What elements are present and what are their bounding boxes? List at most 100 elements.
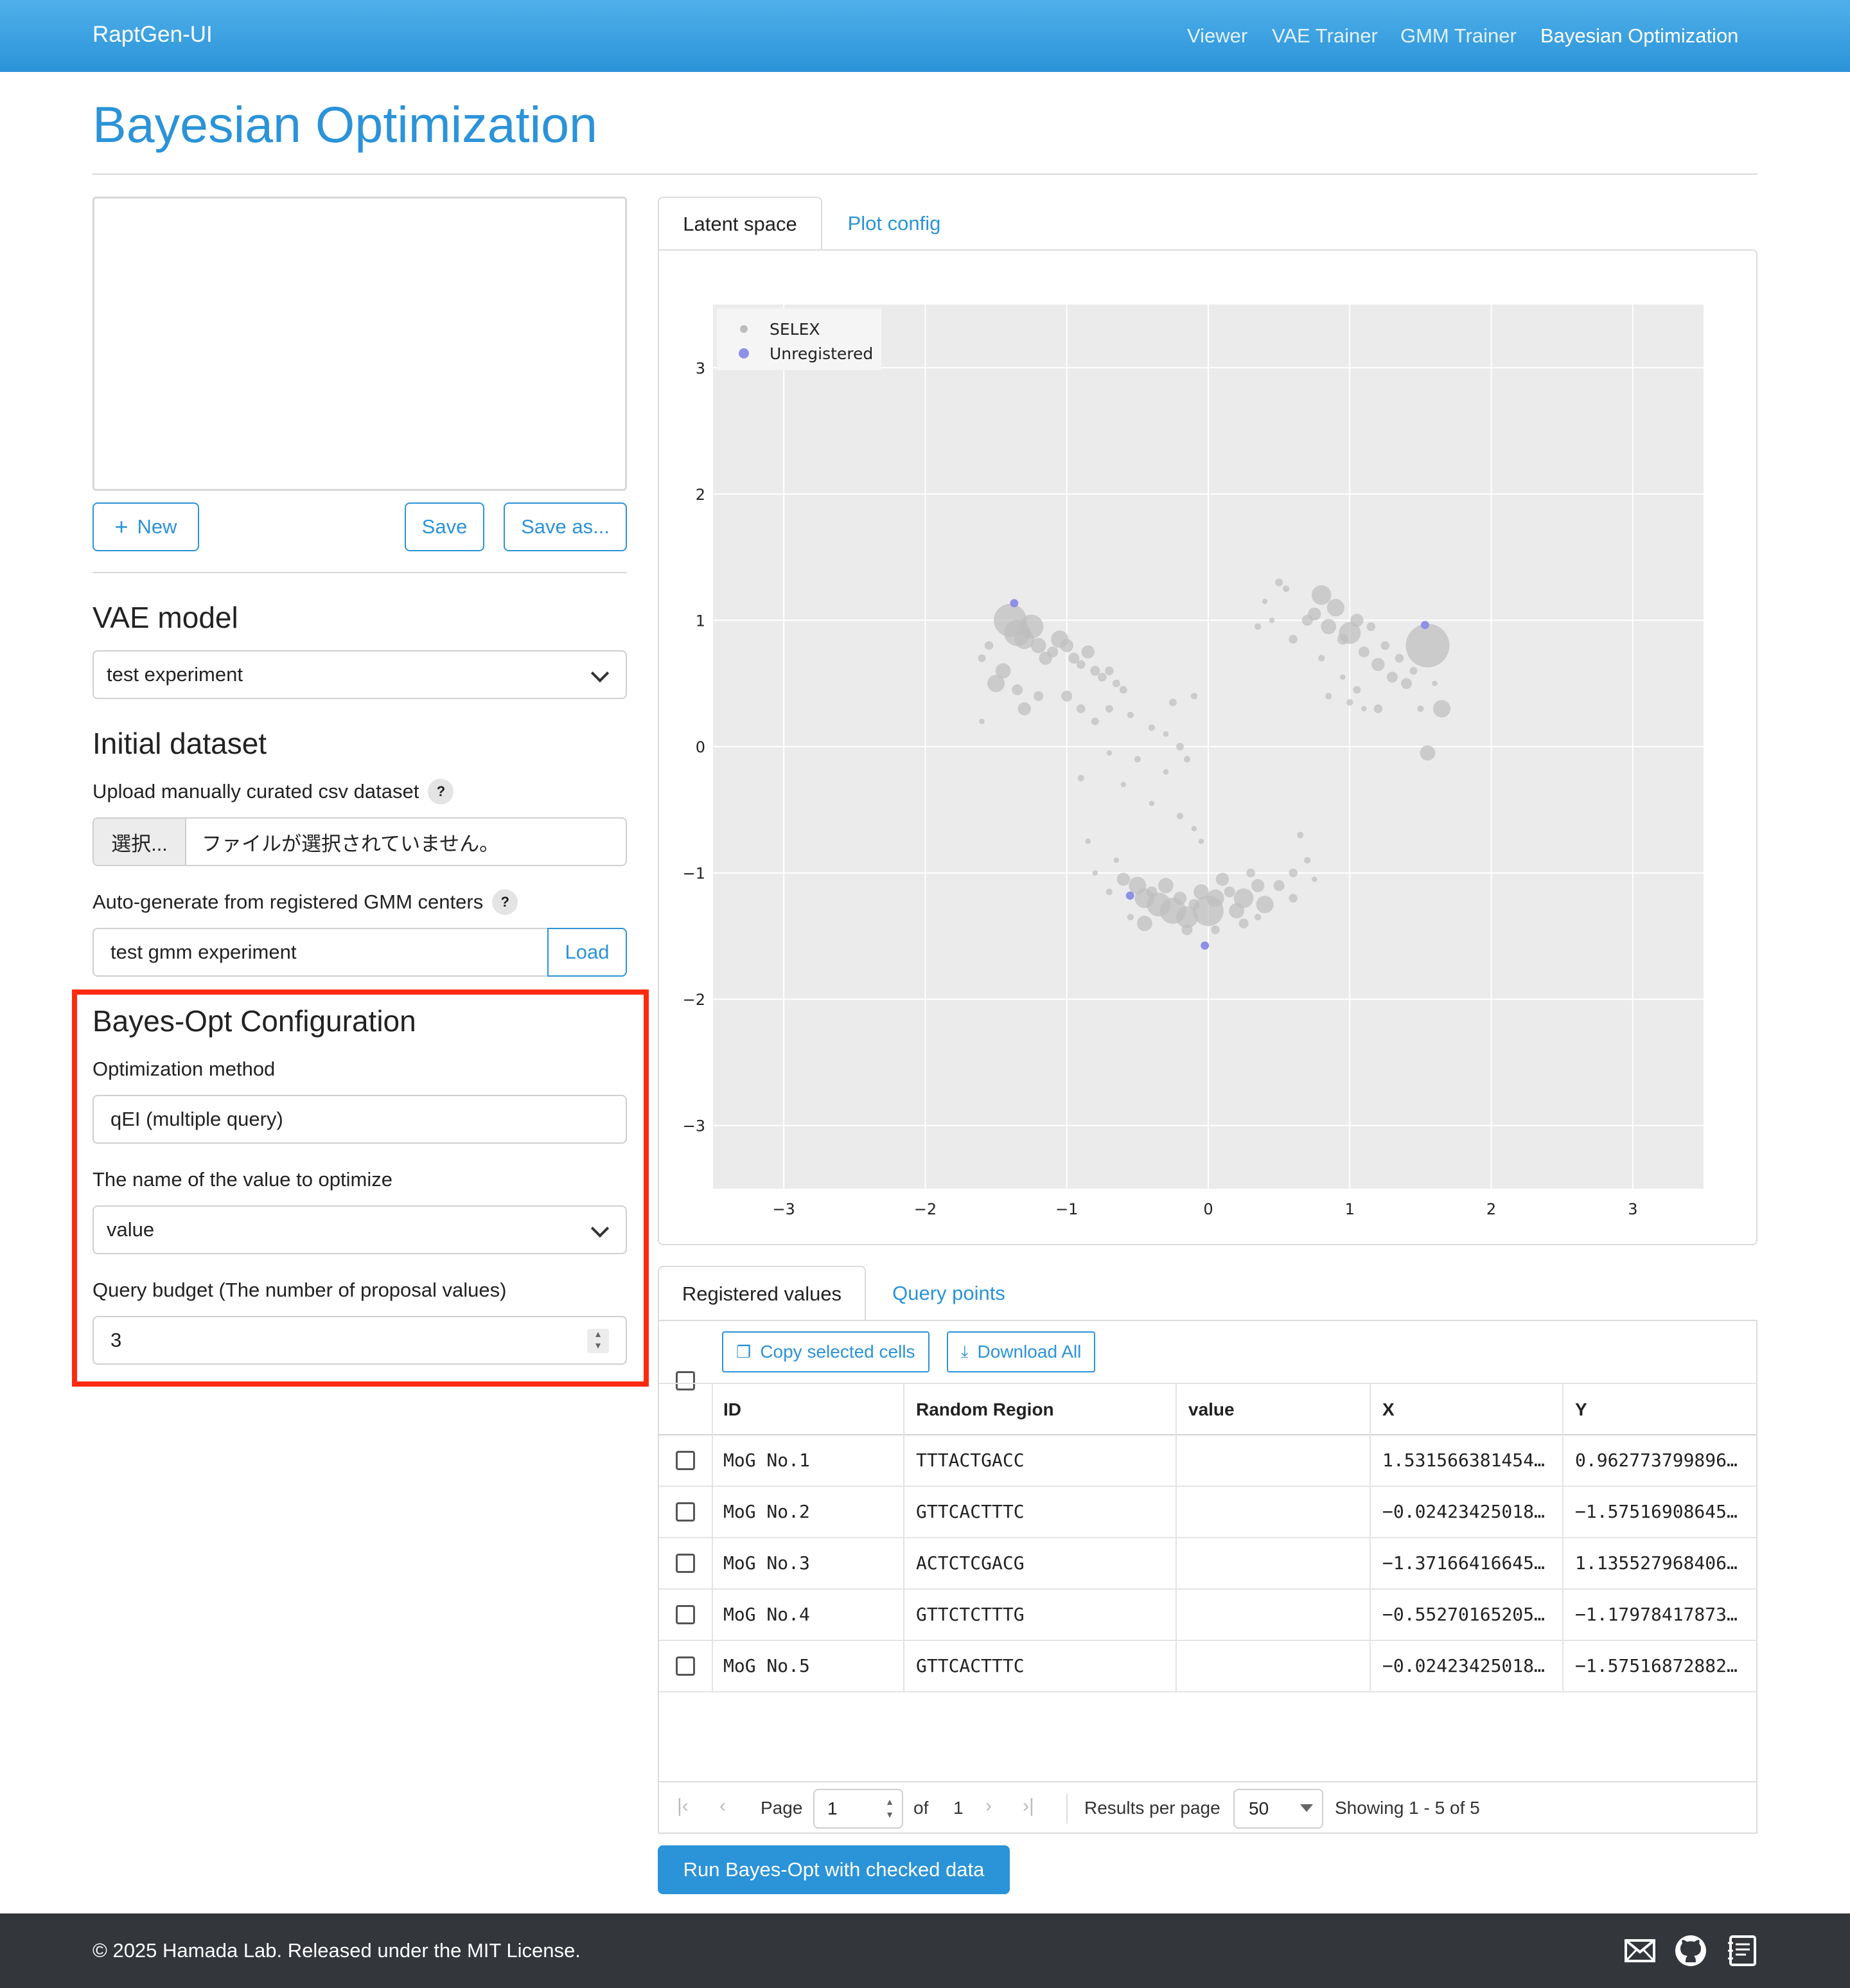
table-cell-x[interactable]: 1.531566381454… — [1382, 1450, 1562, 1471]
table-cell-y[interactable]: −1.57516872882… — [1575, 1655, 1749, 1676]
query-budget-input[interactable]: 3 ▴ ▾ — [92, 1316, 627, 1365]
table-cell-id[interactable]: MoG No.1 — [723, 1450, 903, 1471]
results-per-page-label: Results per page — [1084, 1798, 1220, 1818]
selex-point — [1224, 886, 1235, 898]
table-cell-x[interactable]: −0.02423425018… — [1382, 1501, 1562, 1522]
tab-plot-config[interactable]: Plot config — [822, 197, 966, 251]
save-button[interactable]: Save — [405, 502, 484, 551]
column-header-y[interactable]: Y — [1575, 1399, 1587, 1420]
stepper-icon[interactable]: ▲ ▼ — [885, 1795, 894, 1821]
brand-link[interactable]: RaptGen-UI — [92, 22, 213, 48]
vae-model-select[interactable]: test experiment — [92, 650, 627, 699]
tab-query-points[interactable]: Query points — [866, 1266, 1032, 1321]
tab-latent-space[interactable]: Latent space — [658, 197, 822, 251]
table-cell-y[interactable]: 1.135527968406… — [1575, 1552, 1749, 1574]
table-cell-random-region[interactable]: TTTACTGACC — [916, 1450, 1173, 1471]
column-header-random-region[interactable]: Random Region — [916, 1399, 1054, 1420]
download-icon: ⤓ — [961, 1342, 969, 1361]
column-header-x[interactable]: X — [1382, 1399, 1395, 1420]
selex-point — [1318, 655, 1325, 662]
nav-link-vae-trainer[interactable]: VAE Trainer — [1272, 24, 1378, 48]
column-header-id[interactable]: ID — [723, 1399, 741, 1420]
table-row[interactable]: MoG No.3 ACTCTCGACG −1.37166416645… 1.13552… — [659, 1538, 1756, 1588]
nav-link-gmm-trainer[interactable]: GMM Trainer — [1400, 24, 1517, 48]
selex-point — [1127, 711, 1134, 718]
clipboard-icon: ❐ — [736, 1342, 752, 1362]
table-cell-id[interactable]: MoG No.3 — [723, 1552, 903, 1574]
table-cell-y[interactable]: −1.17978417873… — [1575, 1604, 1749, 1625]
upload-label: Upload manually curated csv dataset ? — [92, 777, 454, 806]
table-cell-x[interactable]: −0.02423425018… — [1382, 1655, 1562, 1676]
table-cell-random-region[interactable]: GTTCACTTTC — [916, 1655, 1173, 1676]
tab-registered-values[interactable]: Registered values — [658, 1266, 866, 1321]
stepper-icon[interactable]: ▴ ▾ — [587, 1329, 609, 1353]
run-bayes-opt-button[interactable]: Run Bayes-Opt with checked data — [658, 1845, 1010, 1894]
table-cell-random-region[interactable]: GTTCTCTTTG — [916, 1604, 1173, 1625]
save-as-button[interactable]: Save as... — [504, 502, 627, 551]
selex-point — [1262, 598, 1268, 605]
table-cell-y[interactable]: −1.57516908645… — [1575, 1501, 1749, 1522]
table-row[interactable]: MoG No.5 GTTCACTTTC −0.02423425018… −1.5751… — [659, 1641, 1756, 1691]
title-divider — [92, 173, 1758, 175]
table-cell-id[interactable]: MoG No.5 — [723, 1655, 903, 1676]
table-cell-x[interactable]: −1.37166416645… — [1382, 1552, 1562, 1574]
table-cell-x[interactable]: −0.55270165205… — [1382, 1604, 1562, 1625]
target-value-select[interactable]: value — [92, 1205, 627, 1254]
gmm-experiment-input[interactable]: test gmm experiment — [92, 928, 549, 977]
selex-point — [1081, 645, 1095, 659]
table-cell-y[interactable]: 0.962773799896… — [1575, 1450, 1749, 1471]
target-value-selected: value — [107, 1218, 155, 1241]
table-row[interactable]: MoG No.4 GTTCTCTTTG −0.55270165205… −1.1797… — [659, 1590, 1756, 1640]
next-page-icon[interactable]: › — [985, 1795, 992, 1817]
selex-point — [1106, 750, 1113, 756]
column-header-value[interactable]: value — [1188, 1399, 1235, 1420]
table-cell-id[interactable]: MoG No.2 — [723, 1501, 903, 1522]
new-button[interactable]: + New — [92, 502, 199, 551]
selex-point — [1308, 607, 1321, 621]
help-icon[interactable]: ? — [492, 889, 518, 915]
last-page-icon[interactable]: ›| — [1023, 1795, 1034, 1817]
selex-point — [1289, 894, 1298, 903]
table-row[interactable]: MoG No.1 TTTACTGACC 1.531566381454… 0.96277… — [659, 1435, 1756, 1486]
config-editor[interactable] — [92, 197, 627, 491]
selex-point — [987, 675, 1005, 693]
table-cell-id[interactable]: MoG No.4 — [723, 1604, 903, 1625]
row-checkbox[interactable] — [676, 1502, 695, 1522]
download-all-button[interactable]: ⤓ Download All — [947, 1331, 1096, 1372]
copy-selected-label: Copy selected cells — [760, 1342, 915, 1362]
selex-point — [1158, 878, 1174, 894]
column-divider — [1176, 1384, 1177, 1691]
table-cell-random-region[interactable]: ACTCTCGACG — [916, 1552, 1173, 1574]
table-row[interactable]: MoG No.2 GTTCACTTTC −0.02423425018… −1.5751… — [659, 1487, 1756, 1537]
selex-point — [1409, 667, 1418, 675]
row-checkbox[interactable] — [676, 1554, 695, 1573]
file-input[interactable]: 選択... ファイルが選択されていません。 — [92, 817, 627, 866]
mail-icon[interactable] — [1624, 1937, 1656, 1965]
help-icon[interactable]: ? — [428, 779, 454, 804]
document-icon[interactable] — [1727, 1934, 1758, 1967]
copy-selected-button[interactable]: ❐ Copy selected cells — [722, 1331, 929, 1372]
previous-page-icon[interactable]: ‹ — [719, 1795, 726, 1817]
row-checkbox[interactable] — [676, 1656, 695, 1676]
file-choose-button[interactable]: 選択... — [94, 819, 186, 865]
first-page-icon[interactable]: |‹ — [677, 1795, 689, 1817]
row-checkbox[interactable] — [676, 1451, 695, 1470]
github-icon[interactable] — [1674, 1934, 1707, 1967]
select-all-checkbox[interactable] — [676, 1371, 695, 1390]
selex-point — [1289, 868, 1298, 878]
page-number-input[interactable]: 1 ▲ ▼ — [813, 1789, 903, 1829]
unregistered-point — [1010, 599, 1019, 608]
nav-link-bayesian-optimization[interactable]: Bayesian Optimization — [1540, 24, 1738, 48]
results-per-page-select[interactable]: 50 — [1233, 1789, 1323, 1829]
optimization-method-input[interactable]: qEI (multiple query) — [92, 1095, 627, 1144]
table-cell-random-region[interactable]: GTTCACTTTC — [916, 1501, 1173, 1522]
load-button[interactable]: Load — [547, 928, 627, 977]
selex-point — [1311, 585, 1332, 605]
navbar: RaptGen-UI Viewer VAE Trainer GMM Traine… — [0, 0, 1850, 72]
latent-space-chart[interactable]: −3 −3 −2 −2 −1 −1 0 0 1 1 2 2 3 3 SELEX Unregistered — [659, 251, 1756, 1244]
nav-link-viewer[interactable]: Viewer — [1187, 24, 1247, 48]
results-per-page-value: 50 — [1249, 1798, 1269, 1818]
x-tick-label: −3 — [772, 1200, 795, 1218]
selex-point — [1163, 769, 1169, 775]
row-checkbox[interactable] — [676, 1605, 695, 1624]
